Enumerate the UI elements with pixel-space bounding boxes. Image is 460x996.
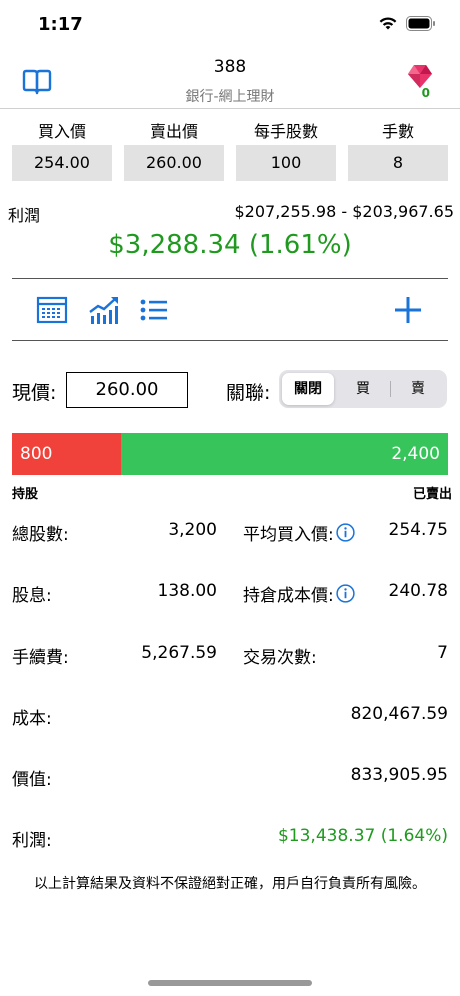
fee-value: 5,267.59 (141, 643, 217, 663)
segment-buy[interactable]: 買 (337, 373, 389, 405)
segment-sell[interactable]: 賣 (392, 373, 444, 405)
buy-price-label: 買入價 (37, 122, 86, 141)
status-icons (378, 16, 436, 35)
toolbar (0, 290, 460, 330)
sell-price-label: 賣出價 (149, 122, 198, 141)
total-shares-value: 3,200 (168, 520, 217, 540)
stat-row-cost: 成本: 820,467.59 (12, 700, 448, 730)
buy-price-field[interactable]: 254.00 (12, 145, 112, 181)
wifi-icon (378, 16, 398, 35)
lot-size-column: 每手股數 100 (236, 121, 336, 181)
lots-column: 手數 8 (348, 121, 448, 181)
divider (12, 278, 448, 279)
table-icon[interactable] (36, 294, 68, 326)
holding-cost-label: 持倉成本價: (243, 586, 334, 606)
lots-field[interactable]: 8 (348, 145, 448, 181)
disclaimer: 以上計算結果及資料不保證絕對正確，用戶自行負責所有風險。 (34, 876, 426, 892)
avg-buy-label-group: 平均買入價: (243, 520, 355, 545)
avg-buy-label: 平均買入價: (243, 525, 334, 545)
cost-value: 820,467.59 (350, 704, 448, 724)
sold-segment: 2,400 (121, 433, 448, 475)
profit-summary: 利潤 $207,255.98 - $203,967.65 (8, 200, 454, 225)
nav-subtitle: 銀行-網上理財 (185, 89, 275, 105)
list-icon[interactable] (138, 294, 170, 326)
holding-cost-value: 240.78 (388, 581, 448, 601)
segment-separator (390, 381, 391, 397)
gem-count: 0 (421, 86, 430, 100)
info-icon[interactable] (336, 523, 355, 542)
current-price-row: 現價: 260.00 關聯: 關閉 買 賣 (12, 370, 448, 412)
segment-off[interactable]: 關閉 (282, 373, 334, 405)
total-shares-label: 總股數: (12, 525, 69, 545)
home-indicator (148, 980, 312, 986)
lots-label: 手數 (381, 122, 414, 141)
link-segmented-control: 關閉 買 賣 (279, 370, 447, 408)
held-count: 800 (20, 444, 53, 464)
profit-label: 利潤 (8, 206, 41, 225)
trend-chart-icon[interactable] (88, 294, 120, 326)
stat-row-value: 價值: 833,905.95 (12, 761, 448, 791)
buy-price-column: 買入價 254.00 (12, 121, 112, 181)
link-label: 關聯: (226, 382, 271, 404)
value-label: 價值: (12, 770, 52, 790)
trade-inputs: 買入價 254.00 賣出價 260.00 每手股數 100 手數 8 (12, 121, 448, 181)
total-profit-label: 利潤: (12, 831, 52, 851)
lot-size-label: 每手股數 (253, 122, 318, 141)
sold-count: 2,400 (391, 444, 440, 464)
sell-price-column: 賣出價 260.00 (124, 121, 224, 181)
profit-range: $207,255.98 - $203,967.65 (234, 202, 454, 221)
status-bar: 1:17 (0, 0, 460, 50)
current-price-label: 現價: (12, 382, 57, 404)
battery-icon (406, 16, 436, 35)
nav-bar: 388 銀行-網上理財 0 (0, 50, 460, 109)
value-value: 833,905.95 (350, 765, 448, 785)
info-icon[interactable] (336, 584, 355, 603)
holding-cost-label-group: 持倉成本價: (243, 581, 355, 606)
plus-icon[interactable] (392, 294, 424, 326)
dividend-label: 股息: (12, 586, 52, 606)
stat-row-fee: 手續費: 5,267.59 交易次數: 7 (12, 639, 448, 669)
profit-amount: $3,288.34 (1.61%) (108, 230, 352, 260)
dividend-value: 138.00 (157, 581, 217, 601)
current-price-input[interactable]: 260.00 (66, 372, 188, 408)
trades-value: 7 (437, 643, 448, 663)
cost-label: 成本: (12, 709, 52, 729)
divider (12, 340, 448, 341)
stat-row-profit: 利潤: $13,438.37 (1.64%) (12, 822, 448, 852)
sell-price-field[interactable]: 260.00 (124, 145, 224, 181)
fee-label: 手續費: (12, 648, 69, 668)
status-time: 1:17 (38, 14, 83, 35)
nav-title: 388 (213, 57, 247, 77)
sold-label: 已賣出 (412, 487, 452, 502)
stat-row-shares: 總股數: 3,200 平均買入價: 254.75 (12, 516, 448, 546)
trades-label: 交易次數: (243, 648, 317, 668)
lot-size-field[interactable]: 100 (236, 145, 336, 181)
stat-row-dividend: 股息: 138.00 持倉成本價: 240.78 (12, 577, 448, 607)
holding-legend: 持股 已賣出 (12, 483, 452, 502)
holding-bar: 800 2,400 (12, 433, 448, 475)
avg-buy-value: 254.75 (388, 520, 448, 540)
held-segment: 800 (12, 433, 121, 475)
total-profit-value: $13,438.37 (1.64%) (277, 826, 448, 846)
held-label: 持股 (12, 487, 39, 502)
